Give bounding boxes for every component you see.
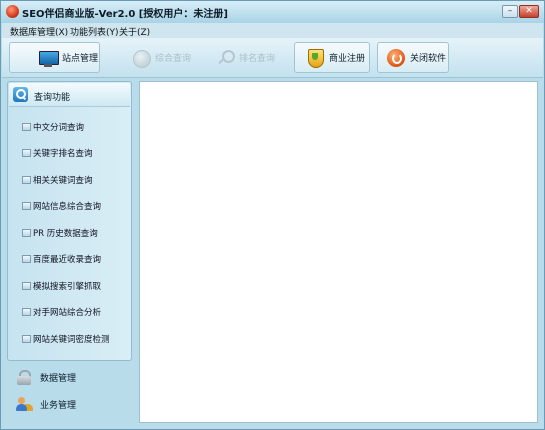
toolbar-combined-query-button[interactable]: 综合查询: [128, 42, 204, 73]
sidebar-item-spider-simulator[interactable]: 模拟搜索引擎抓取: [22, 278, 130, 294]
sidebar-nav-label: 业务管理: [40, 400, 77, 411]
item-bullet-icon: [22, 335, 31, 343]
query-panel-header[interactable]: 查询功能: [9, 83, 130, 107]
sidebar-item-keyword-density[interactable]: 网站关键词密度检测: [22, 331, 130, 347]
sidebar-item-competitor-analysis[interactable]: 对手网站综合分析: [22, 304, 130, 320]
toolbar-site-manage-button[interactable]: 站点管理: [9, 42, 100, 73]
close-button[interactable]: ✕: [519, 5, 539, 18]
toolbar-label: 排名查询: [239, 54, 276, 64]
query-panel: 查询功能 中文分词查询 关键字排名查询 相关关键词查询 网站信息综合查询 PR …: [7, 81, 132, 361]
users-icon: [16, 396, 32, 412]
title-bar[interactable]: SEO伴侣商业版-Ver2.0 [授权用户：未注册] – ✕: [1, 1, 544, 23]
sidebar-item-word-segmentation[interactable]: 中文分词查询: [22, 119, 130, 135]
sidebar-item-pr-history[interactable]: PR 历史数据查询: [22, 225, 130, 241]
item-bullet-icon: [22, 202, 31, 210]
sidebar-item-label: 中文分词查询: [33, 123, 85, 133]
sidebar-item-related-keywords[interactable]: 相关关键词查询: [22, 172, 130, 188]
app-logo-icon: [6, 5, 19, 18]
item-bullet-icon: [22, 229, 31, 237]
sidebar-business-manage[interactable]: 业务管理: [7, 391, 132, 417]
toolbar-label: 关闭软件: [410, 54, 447, 64]
menu-bar: 数据库管理(X) 功能列表(Y) 关于(Z): [2, 23, 543, 38]
sidebar-item-label: 网站信息综合查询: [33, 202, 102, 212]
item-bullet-icon: [22, 282, 31, 290]
toolbar: 站点管理 综合查询 排名查询 商业注册 关闭软件: [2, 38, 543, 78]
sidebar-item-site-info[interactable]: 网站信息综合查询: [22, 198, 130, 214]
sidebar-data-manage[interactable]: 数据管理: [7, 364, 132, 390]
toolbar-register-button[interactable]: 商业注册: [294, 42, 370, 73]
sidebar-item-label: 相关关键词查询: [33, 176, 93, 186]
search-icon: [13, 87, 28, 102]
toolbar-rank-query-button[interactable]: 排名查询: [212, 42, 288, 73]
magnifier-icon: [215, 48, 235, 68]
power-icon: [386, 48, 406, 68]
sidebar-item-label: PR 历史数据查询: [33, 229, 98, 239]
app-window: SEO伴侣商业版-Ver2.0 [授权用户：未注册] – ✕ 数据库管理(X) …: [0, 0, 545, 430]
query-panel-title: 查询功能: [34, 93, 71, 103]
window-title: SEO伴侣商业版-Ver2.0 [授权用户：未注册]: [22, 9, 228, 20]
item-bullet-icon: [22, 308, 31, 316]
menu-functions[interactable]: 功能列表(Y): [70, 25, 119, 38]
menu-about[interactable]: 关于(Z): [119, 25, 150, 38]
sidebar-item-label: 网站关键词密度检测: [33, 335, 110, 345]
minimize-button[interactable]: –: [502, 5, 518, 18]
shield-icon: [305, 48, 325, 68]
main-content-area[interactable]: [139, 81, 538, 423]
globe-icon: [131, 48, 151, 68]
item-bullet-icon: [22, 176, 31, 184]
sidebar-item-baidu-index[interactable]: 百度最近收录查询: [22, 251, 130, 267]
toolbar-exit-button[interactable]: 关闭软件: [377, 42, 449, 73]
sidebar-nav-label: 数据管理: [40, 373, 77, 384]
sidebar-item-label: 百度最近收录查询: [33, 255, 102, 265]
item-bullet-icon: [22, 149, 31, 157]
item-bullet-icon: [22, 123, 31, 131]
toolbar-label: 站点管理: [62, 54, 99, 64]
toolbar-label: 商业注册: [329, 54, 366, 64]
sidebar-item-label: 模拟搜索引擎抓取: [33, 282, 102, 292]
item-bullet-icon: [22, 255, 31, 263]
sidebar: 查询功能 中文分词查询 关键字排名查询 相关关键词查询 网站信息综合查询 PR …: [7, 81, 132, 421]
toolbar-label: 综合查询: [155, 54, 192, 64]
monitor-icon: [38, 48, 59, 68]
lock-icon: [16, 369, 32, 385]
sidebar-item-label: 关键字排名查询: [33, 149, 93, 159]
menu-database[interactable]: 数据库管理(X): [10, 25, 68, 38]
sidebar-item-keyword-rank[interactable]: 关键字排名查询: [22, 145, 130, 161]
sidebar-item-label: 对手网站综合分析: [33, 308, 102, 318]
